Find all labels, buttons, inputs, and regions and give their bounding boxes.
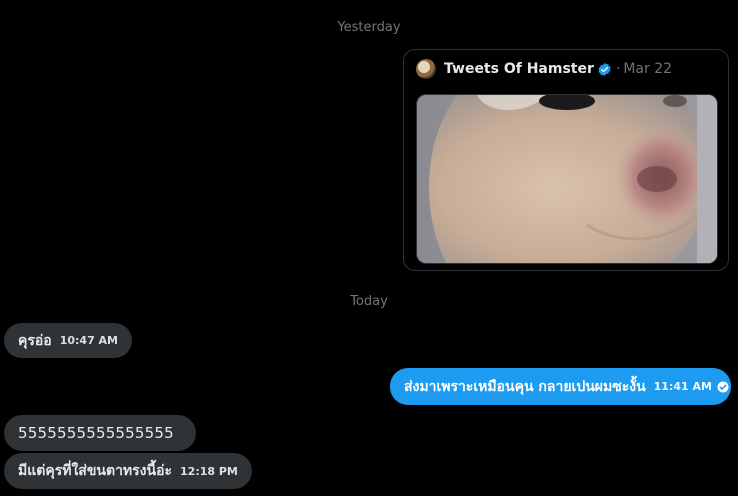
message-timestamp: 12:18 PM <box>180 464 238 478</box>
incoming-message-bubble[interactable]: 5555555555555555 <box>4 415 196 451</box>
tweet-media-image[interactable] <box>416 94 718 264</box>
day-separator-today: Today <box>350 294 388 309</box>
tweet-author-avatar[interactable] <box>416 59 436 79</box>
tweet-dot-separator: · <box>615 61 621 77</box>
outgoing-message-bubble[interactable]: ส่งมาเพราะเหมือนคุน กลายเปนผมซะงั้น 11:4… <box>390 368 731 405</box>
hamster-photo-icon <box>417 95 717 263</box>
tweet-author-name[interactable]: Tweets Of Hamster <box>444 61 594 77</box>
tweet-date[interactable]: Mar 22 <box>623 61 672 77</box>
message-timestamp: 11:41 AM <box>653 380 712 393</box>
incoming-message-bubble[interactable]: มีแต่คุรที่ใส่ขนตาทรงนี้อ่ะ 12:18 PM <box>4 453 252 489</box>
shared-tweet-card[interactable]: Tweets Of Hamster · Mar 22 <box>403 49 729 271</box>
day-separator-yesterday: Yesterday <box>337 20 401 35</box>
tweet-header: Tweets Of Hamster · Mar 22 <box>416 59 672 79</box>
message-text: มีแต่คุรที่ใส่ขนตาทรงนี้อ่ะ <box>18 463 173 479</box>
message-text: ส่งมาเพราะเหมือนคุน กลายเปนผมซะงั้น <box>404 378 646 395</box>
incoming-message-bubble[interactable]: คุรอ่อ 10:47 AM <box>4 323 133 358</box>
message-timestamp: 10:47 AM <box>59 334 119 347</box>
message-text: คุรอ่อ <box>18 332 52 349</box>
message-text: 5555555555555555 <box>18 424 174 442</box>
seen-check-icon <box>717 381 729 393</box>
verified-badge-icon <box>597 62 612 77</box>
